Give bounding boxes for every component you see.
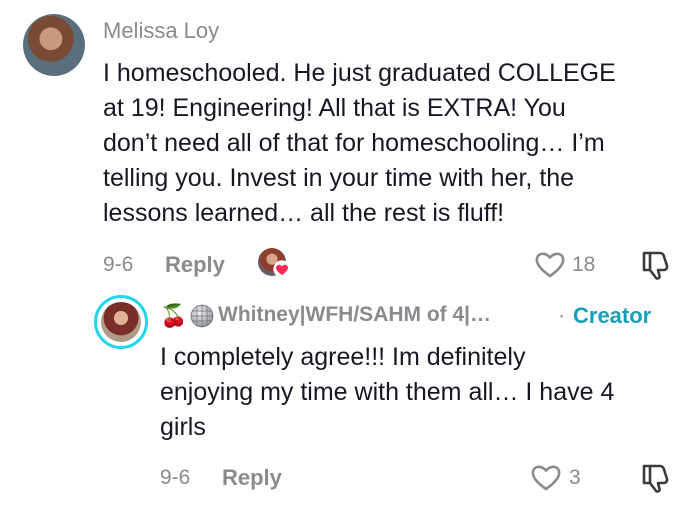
creator-avatar-ring[interactable] <box>94 295 148 349</box>
reply-author-row: 🍒 Whitney|WFH/SAHM of 4|… · Creator <box>160 302 670 332</box>
commenter-name[interactable]: Melissa Loy <box>103 18 219 44</box>
comment-reply-button[interactable]: Reply <box>165 252 225 278</box>
dislike-icon[interactable] <box>639 460 673 494</box>
heart-badge-icon <box>273 260 291 278</box>
reply-like-count: 3 <box>569 466 581 489</box>
reply-reply-button[interactable]: Reply <box>222 465 282 491</box>
reply-line: I completely agree!!! Im definitely <box>160 343 526 371</box>
cherry-icon: 🍒 <box>160 303 188 328</box>
creator-liked-indicator <box>258 248 292 280</box>
comment-like-count: 18 <box>572 253 596 276</box>
comment-text: I homeschooled. He just graduated COLLEG… <box>103 56 693 231</box>
disco-ball-icon <box>190 304 214 328</box>
comment-line: telling you. Invest in your time with he… <box>103 164 575 192</box>
heart-icon[interactable] <box>530 462 562 492</box>
reply-text: I completely agree!!! Im definitely enjo… <box>160 340 690 445</box>
creator-avatar <box>101 302 141 342</box>
comment-line: lessons learned… all the rest is fluff! <box>103 199 505 227</box>
comment-line: don’t need all of that for homeschooling… <box>103 129 605 157</box>
heart-icon[interactable] <box>534 249 566 279</box>
comment-date: 9-6 <box>103 253 134 276</box>
reply-author-name[interactable]: Whitney|WFH/SAHM of 4|… <box>218 303 491 327</box>
commenter-avatar[interactable] <box>23 14 85 76</box>
creator-badge: Creator <box>573 303 652 328</box>
reply-line: girls <box>160 413 206 441</box>
comment-line: I homeschooled. He just graduated COLLEG… <box>103 59 616 87</box>
reply-line: enjoying my time with them all… I have 4 <box>160 378 615 406</box>
reply-date: 9-6 <box>160 466 191 489</box>
dislike-icon[interactable] <box>639 247 673 281</box>
comment-line: at 19! Engineering! All that is EXTRA! Y… <box>103 94 566 122</box>
badge-separator: · <box>558 304 565 327</box>
